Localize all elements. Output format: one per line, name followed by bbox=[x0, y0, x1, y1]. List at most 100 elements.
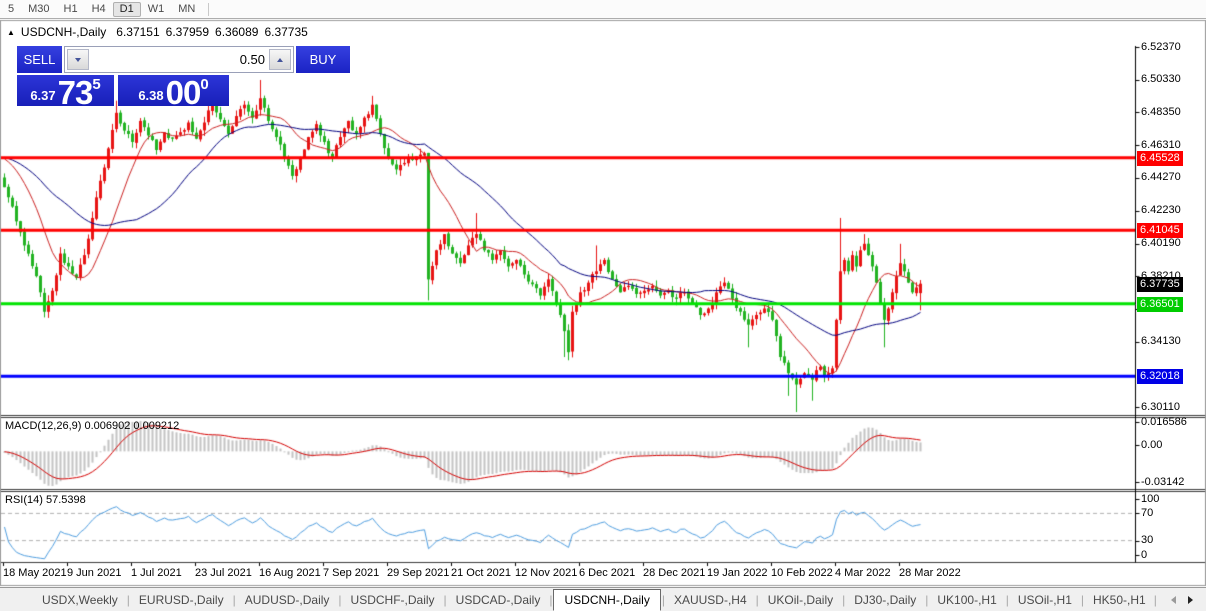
trading-terminal: { "toolbar": { "timeframes": ["5", "M30"… bbox=[0, 0, 1206, 611]
price-tick-label: 6.44270 bbox=[1141, 171, 1181, 184]
price-tick-label: 6.50330 bbox=[1141, 73, 1181, 86]
tab-separator: | bbox=[1005, 592, 1009, 607]
date-label: 1 Jul 2021 bbox=[131, 567, 182, 579]
rsi-indicator-label: RSI(14) 57.5398 bbox=[5, 494, 86, 506]
volume-input[interactable] bbox=[89, 49, 269, 70]
price-tick-label: 6.42230 bbox=[1141, 204, 1181, 217]
tab-separator: | bbox=[842, 592, 846, 607]
sell-price-big: 73 bbox=[57, 75, 94, 106]
volume-stepper bbox=[64, 46, 294, 73]
price-tick-label: 6.40190 bbox=[1141, 237, 1181, 250]
price-level-label: 6.36501 bbox=[1137, 296, 1183, 312]
date-label: 12 Nov 2021 bbox=[515, 567, 578, 579]
chart-tab-dj30-daily[interactable]: DJ30-,Daily bbox=[846, 590, 924, 610]
date-label: 4 Mar 2022 bbox=[835, 567, 891, 579]
timeframe-button-mn[interactable]: MN bbox=[171, 2, 202, 17]
chart-tab-uk100-h1[interactable]: UK100-,H1 bbox=[929, 590, 1004, 610]
chart-tab-hk50-h1[interactable]: HK50-,H1 bbox=[1085, 590, 1154, 610]
rsi-tick-label: 0 bbox=[1141, 548, 1148, 561]
chart-tab-ukoil-daily[interactable]: UKOil-,Daily bbox=[760, 590, 841, 610]
chart-symbol-label: USDCNH-,Daily bbox=[20, 25, 107, 39]
toolbar-separator bbox=[208, 2, 210, 16]
date-label: 28 Mar 2022 bbox=[899, 567, 961, 579]
price-tick-label: 6.30110 bbox=[1141, 400, 1180, 413]
chart-tabs: USDX,Weekly | EURUSD-,Daily | AUDUSD-,Daily |… bbox=[34, 588, 1154, 611]
date-label: 29 Sep 2021 bbox=[387, 567, 450, 579]
one-click-trade-panel: SELL BUY 6.37735 6.38000 bbox=[17, 46, 350, 106]
timeframe-button-m30[interactable]: M30 bbox=[21, 2, 56, 17]
buy-price-display[interactable]: 6.38 00 0 bbox=[118, 75, 229, 106]
tab-separator: | bbox=[126, 592, 130, 607]
price-tick-label: 6.52370 bbox=[1141, 40, 1181, 53]
macd-tick-label: -0.03142 bbox=[1141, 475, 1185, 488]
rsi-tick-label: 30 bbox=[1141, 534, 1154, 547]
chart-tab-usdcad-daily[interactable]: USDCAD-,Daily bbox=[448, 590, 549, 610]
tab-separator: | bbox=[755, 592, 759, 607]
price-level-label: 6.41045 bbox=[1137, 223, 1183, 239]
chart-tab-eurusd-daily[interactable]: EURUSD-,Daily bbox=[131, 590, 232, 610]
tabs-navigation: | bbox=[1154, 593, 1206, 607]
buy-button[interactable]: BUY bbox=[296, 46, 350, 73]
ohlc-high-value: 6.37959 bbox=[165, 25, 210, 39]
chart-tab-audusd-daily[interactable]: AUDUSD-,Daily bbox=[237, 590, 338, 610]
timeframe-button-h1[interactable]: H1 bbox=[57, 2, 85, 17]
price-tick-label: 6.34130 bbox=[1141, 335, 1181, 348]
sell-button[interactable]: SELL bbox=[17, 46, 62, 73]
sell-price-prefix: 6.37 bbox=[30, 88, 56, 103]
ohlc-close-value: 6.37735 bbox=[264, 25, 308, 39]
tabs-separator: | bbox=[1153, 592, 1157, 607]
macd-tick-label: 0.016586 bbox=[1141, 415, 1187, 428]
tab-separator: | bbox=[1080, 592, 1085, 607]
timeframe-button-5[interactable]: 5 bbox=[1, 2, 21, 17]
chart-tabs-bar: USDX,Weekly | EURUSD-,Daily | AUDUSD-,Daily |… bbox=[0, 587, 1206, 611]
sell-price-pip: 5 bbox=[92, 76, 101, 93]
macd-indicator-label: MACD(12,26,9) 0.006902 0.009212 bbox=[5, 420, 180, 432]
timeframe-button-d1[interactable]: D1 bbox=[112, 1, 141, 17]
triangle-up-icon bbox=[277, 57, 283, 62]
date-label: 28 Dec 2021 bbox=[643, 567, 706, 579]
ohlc-open-value: 6.37151 bbox=[116, 25, 160, 39]
chart-tab-usoil-h1[interactable]: USOil-,H1 bbox=[1010, 590, 1080, 610]
buy-price-big: 00 bbox=[165, 75, 202, 106]
price-tick-label: 6.48350 bbox=[1141, 105, 1181, 118]
sell-price-display[interactable]: 6.37 73 5 bbox=[17, 75, 114, 106]
date-label: 9 Jun 2021 bbox=[67, 567, 122, 579]
chart-title-bar: ▲ USDCNH-,Daily 6.37151 6.37959 6.36089 … bbox=[7, 25, 314, 39]
chart-tab-usdx-weekly[interactable]: USDX,Weekly bbox=[34, 590, 126, 610]
date-label: 21 Oct 2021 bbox=[451, 567, 511, 579]
chart-tab-xauusd-h4[interactable]: XAUUSD-,H4 bbox=[666, 590, 755, 610]
triangle-down-icon bbox=[75, 57, 81, 62]
ohlc-low-value: 6.36089 bbox=[215, 25, 259, 39]
chart-tab-usdchf-daily[interactable]: USDCHF-,Daily bbox=[343, 590, 443, 610]
price-level-label: 6.45528 bbox=[1137, 150, 1183, 166]
buy-price-prefix: 6.38 bbox=[138, 88, 164, 103]
tab-separator: | bbox=[338, 592, 342, 607]
date-label: 18 May 2021 bbox=[3, 567, 67, 579]
current-price-label: 6.37735 bbox=[1137, 276, 1183, 292]
timeframe-toolbar: 5 M30 H1 H4 D1 W1 MN bbox=[0, 0, 1206, 19]
collapse-chart-icon[interactable]: ▲ bbox=[7, 28, 15, 37]
tabs-scroll-left-icon[interactable] bbox=[1170, 595, 1176, 604]
timeframe-button-w1[interactable]: W1 bbox=[141, 2, 172, 17]
price-tick-label: 6.46310 bbox=[1141, 138, 1181, 151]
rsi-tick-label: 70 bbox=[1141, 506, 1154, 519]
date-label: 6 Dec 2021 bbox=[579, 567, 636, 579]
chart-tab-usdcnh-daily[interactable]: USDCNH-,Daily bbox=[553, 588, 661, 611]
tab-separator: | bbox=[232, 592, 236, 607]
buy-price-pip: 0 bbox=[200, 76, 209, 93]
date-label: 23 Jul 2021 bbox=[195, 567, 252, 579]
date-label: 10 Feb 2022 bbox=[771, 567, 833, 579]
tab-separator: | bbox=[661, 592, 665, 607]
volume-decrease-button[interactable] bbox=[67, 49, 89, 70]
macd-tick-label: 0.00 bbox=[1141, 438, 1163, 451]
tab-separator: | bbox=[443, 592, 447, 607]
date-label: 16 Aug 2021 bbox=[259, 567, 321, 579]
date-label: 19 Jan 2022 bbox=[707, 567, 768, 579]
tab-separator: | bbox=[549, 592, 553, 607]
price-level-label: 6.32018 bbox=[1137, 369, 1183, 385]
date-label: 7 Sep 2021 bbox=[323, 567, 380, 579]
timeframe-button-h4[interactable]: H4 bbox=[85, 2, 113, 17]
volume-increase-button[interactable] bbox=[269, 49, 291, 70]
tabs-scroll-right-icon[interactable] bbox=[1187, 595, 1193, 604]
rsi-tick-label: 100 bbox=[1141, 492, 1160, 505]
